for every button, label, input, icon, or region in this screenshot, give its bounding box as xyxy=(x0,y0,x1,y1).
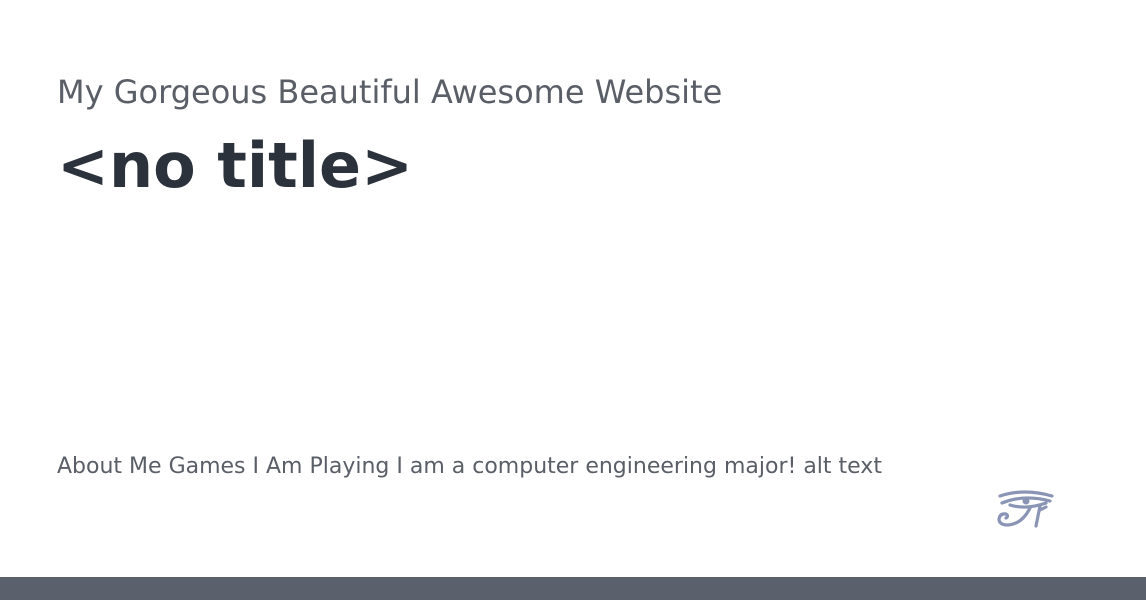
about-me-link[interactable]: About Me xyxy=(57,454,162,479)
eye-of-horus-icon xyxy=(997,490,1054,528)
footer-bar xyxy=(0,577,1146,600)
page: My Gorgeous Beautiful Awesome Website <n… xyxy=(0,0,1146,600)
games-link[interactable]: Games I Am Playing xyxy=(169,454,390,479)
bio-text: I am a computer engineering major! xyxy=(396,454,797,479)
content-line: About Me Games I Am Playing I am a compu… xyxy=(57,453,882,481)
image-alt-text: alt text xyxy=(803,454,882,479)
site-name[interactable]: My Gorgeous Beautiful Awesome Website xyxy=(57,71,722,113)
page-title: <no title> xyxy=(57,129,414,202)
